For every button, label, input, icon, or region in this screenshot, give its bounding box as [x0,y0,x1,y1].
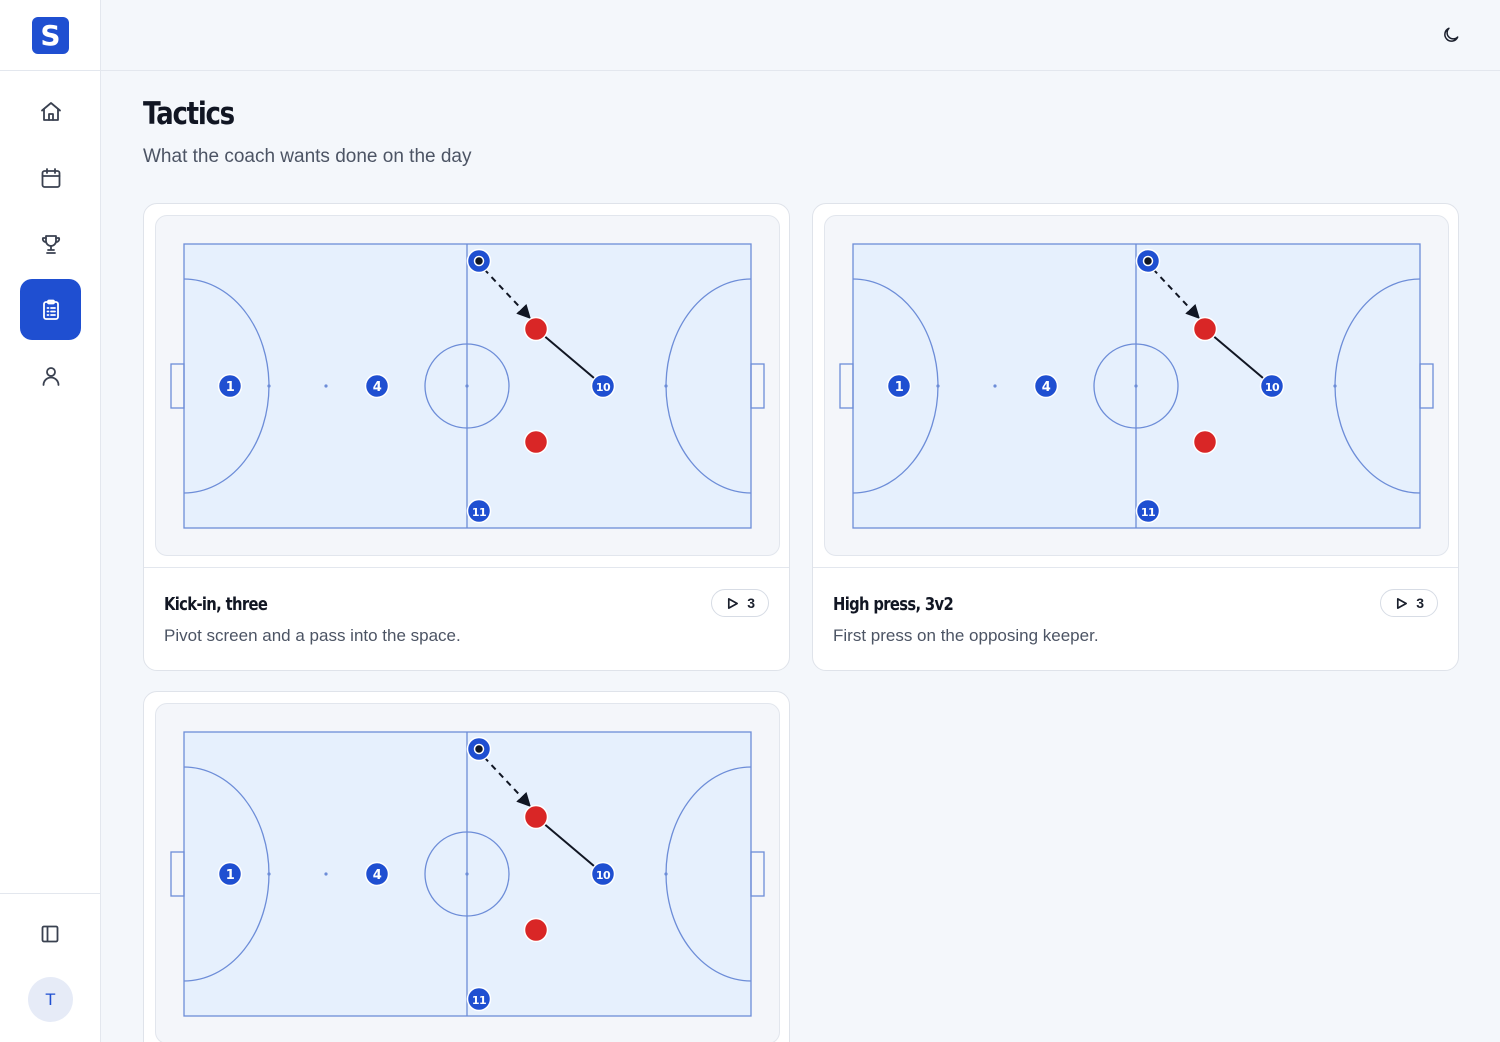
tactic-description: Pivot screen and a pass into the space. [164,626,461,645]
pitch-spot [936,384,940,388]
sidebar-toggle-icon [41,925,59,943]
sidebar-item-profile[interactable] [20,345,81,406]
left-goal [170,363,185,409]
player-number: 11 [1141,506,1155,519]
topbar [101,0,1500,71]
play-icon [728,597,739,609]
right-goal [1419,363,1434,409]
opponent-marker [523,429,549,455]
tactic-board[interactable]: 1 4 10 11 [824,215,1449,556]
pitch-spot [267,384,271,388]
sidebar-item-tactics[interactable] [20,279,81,340]
moon-icon [1444,27,1459,42]
tactic-title: High press, 3v2 [833,594,954,615]
tactic-description: First press on the opposing keeper. [833,626,1099,645]
pitch-spot [1134,384,1138,388]
play-icon [1397,597,1408,609]
clipboard-icon [42,299,59,320]
left-goal [839,363,854,409]
tactic-card[interactable]: 1 4 10 11 Kick-in, three Pivot screen and a… [143,203,790,671]
pitch-spot [664,872,668,876]
opponent-marker [523,917,549,943]
tactic-title: Kick-in, three [164,594,268,615]
ball-icon [473,743,485,755]
right-goal [750,851,765,897]
sidebar: S T [0,0,101,1042]
tactic-board[interactable]: 1 4 10 11 [155,703,780,1042]
play-count: 3 [747,595,755,611]
player-number: 4 [373,380,382,395]
sidebar-item-trophy[interactable] [20,213,81,274]
player-number: 4 [373,868,382,883]
pitch-spot [324,384,328,388]
opponent-marker [1192,316,1218,342]
sidebar-item-home[interactable] [20,81,81,142]
left-goal [170,851,185,897]
play-count-badge[interactable]: 3 [1380,589,1438,617]
pitch-spot [993,384,997,388]
pitch-spot [324,872,328,876]
opponent-marker [523,804,549,830]
page-title: Tactics [143,96,235,132]
tactic-card-info: Kick-in, three Pivot screen and a pass i… [144,567,789,670]
player-number: 10 [1265,381,1280,394]
logo-area: S [0,0,100,71]
pitch-spot [465,384,469,388]
player-number: 11 [472,994,486,1007]
tactic-card[interactable]: 1 4 10 11 High press, 3v2 First press on th… [812,203,1459,671]
opponent-marker [1192,429,1218,455]
pitch-spot [664,384,668,388]
trophy-icon [41,234,60,254]
calendar-icon [41,167,60,188]
home-icon [40,101,61,121]
pitch-spot [267,872,271,876]
play-count: 3 [1416,595,1424,611]
player-number: 11 [472,506,486,519]
futsal-pitch: 1 4 10 11 [170,243,765,529]
app-logo[interactable]: S [31,16,69,54]
player-number: 1 [226,868,235,883]
ball-icon [1142,255,1154,267]
pitch-spot [1333,384,1337,388]
sidebar-toggle-button[interactable] [36,920,64,948]
right-goal [750,363,765,409]
ball-icon [473,255,485,267]
sidebar-footer: T [0,893,101,1042]
play-count-badge[interactable]: 3 [711,589,769,617]
theme-toggle-button[interactable] [1438,22,1464,48]
futsal-pitch: 1 4 10 11 [839,243,1434,529]
player-number: 10 [596,381,611,394]
user-icon [42,366,59,386]
opponent-marker [523,316,549,342]
player-number: 10 [596,869,611,882]
tactic-card[interactable]: 1 4 10 11 [143,691,790,1042]
tactic-card-info: High press, 3v2 First press on the oppos… [813,567,1458,670]
tactic-board[interactable]: 1 4 10 11 [155,215,780,556]
player-number: 1 [895,380,904,395]
sidebar-item-calendar[interactable] [20,147,81,208]
avatar[interactable]: T [28,977,73,1022]
pitch-spot [465,872,469,876]
player-number: 4 [1042,380,1051,395]
player-number: 1 [226,380,235,395]
futsal-pitch: 1 4 10 11 [170,731,765,1017]
page-subtitle: What the coach wants done on the day [143,146,472,167]
